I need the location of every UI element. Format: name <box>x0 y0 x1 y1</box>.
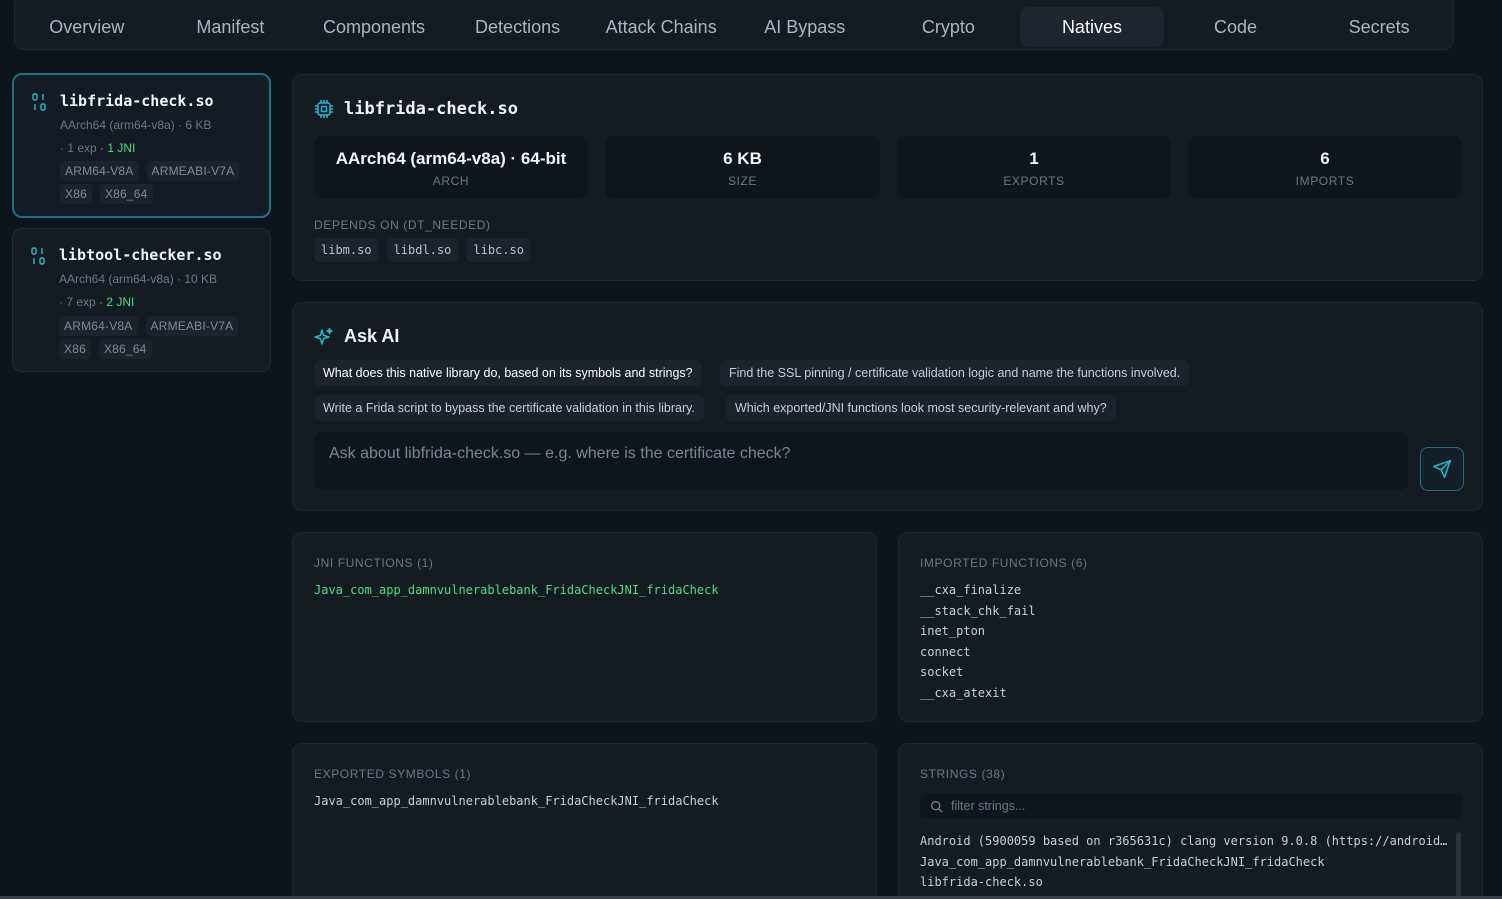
tab-bar: Overview Manifest Components Detections … <box>14 0 1454 50</box>
send-icon <box>1432 459 1452 479</box>
list-item: Android (5900059 based on r365631c) clan… <box>920 834 1454 848</box>
detail-header: libfrida-check.so <box>314 99 518 119</box>
ask-ai-header: Ask AI <box>314 326 399 347</box>
jni-functions-label: JNI FUNCTIONS (1) <box>314 556 434 570</box>
imported-functions-panel: IMPORTED FUNCTIONS (6) __cxa_finalize __… <box>898 532 1483 722</box>
tab-natives[interactable]: Natives <box>1020 7 1164 47</box>
library-counts: · 1 exp · 1 JNI <box>60 141 135 155</box>
dependency-badge: libc.so <box>466 238 531 262</box>
suggestion-chip[interactable]: Write a Frida script to bypass the certi… <box>314 395 704 421</box>
sparkle-icon <box>314 327 333 345</box>
stat-size: 6 KB SIZE <box>605 136 880 199</box>
library-detail-panel: libfrida-check.so AArch64 (arm64-v8a) · … <box>292 74 1483 281</box>
stat-exports: 1 EXPORTS <box>897 136 1171 199</box>
abi-badge: X86 <box>60 184 92 204</box>
abi-row: ARM64-V8A ARMEABI-V7A <box>60 161 240 181</box>
abi-badge: X86 <box>59 339 91 359</box>
ask-ai-panel: Ask AI What does this native library do,… <box>292 302 1483 511</box>
depends-list: libm.so libdl.so libc.so <box>314 238 531 262</box>
tab-code[interactable]: Code <box>1164 7 1308 47</box>
list-item: __cxa_atexit <box>920 685 1007 700</box>
chip-icon <box>315 100 333 118</box>
library-counts: · 7 exp · 2 JNI <box>59 295 134 309</box>
library-item-libfrida-check[interactable]: libfrida-check.so AArch64 (arm64-v8a) · … <box>12 73 271 218</box>
exported-symbols-list: Java_com_app_damnvulnerablebank_FridaChe… <box>314 791 719 812</box>
library-meta: AArch64 (arm64-v8a) · 6 KB <box>60 118 212 132</box>
library-meta: AArch64 (arm64-v8a) · 10 KB <box>59 272 218 286</box>
list-item: Java_com_app_damnvulnerablebank_FridaChe… <box>920 854 1325 869</box>
list-item: __cxa_finalize <box>920 583 1022 597</box>
library-name: libfrida-check.so <box>60 92 214 110</box>
stat-label: ARCH <box>432 174 470 188</box>
jni-count: · 1 JNI <box>100 141 136 155</box>
abi-badge: ARM64-V8A <box>59 316 138 336</box>
strings-label: STRINGS (38) <box>920 767 1006 781</box>
depends-label: DEPENDS ON (DT_NEEDED) <box>314 218 491 232</box>
exported-symbols-panel: EXPORTED SYMBOLS (1) Java_com_app_damnvu… <box>292 743 877 899</box>
stat-value: 6 KB <box>723 149 762 168</box>
strings-panel: STRINGS (38) Android (5900059 based on r… <box>898 743 1483 899</box>
export-count: · 7 exp <box>59 295 100 309</box>
binary-icon <box>31 247 45 265</box>
list-item: Java_com_app_damnvulnerablebank_FridaChe… <box>314 583 719 597</box>
strings-filter-input[interactable] <box>951 799 1431 813</box>
abi-badge: X86_64 <box>99 184 153 204</box>
stat-value: 1 <box>1029 149 1039 168</box>
list-item: __stack_chk_fail <box>920 603 1036 618</box>
library-name: libtool-checker.so <box>59 246 222 264</box>
suggestion-chip[interactable]: Find the SSL pinning / certificate valid… <box>720 360 1190 386</box>
list-item: socket <box>920 665 964 679</box>
list-item: Java_com_app_damnvulnerablebank_FridaChe… <box>314 794 719 808</box>
tab-attack-chains[interactable]: Attack Chains <box>589 7 733 47</box>
list-item: inet_pton <box>920 624 986 638</box>
detail-title: libfrida-check.so <box>344 99 518 119</box>
send-button[interactable] <box>1420 447 1464 491</box>
abi-badge: ARMEABI-V7A <box>146 161 240 181</box>
abi-badge: ARM64-V8A <box>60 161 139 181</box>
stat-value: AArch64 (arm64-v8a) · 64-bit <box>335 149 567 168</box>
imported-functions-label: IMPORTED FUNCTIONS (6) <box>920 556 1088 570</box>
suggestion-chip[interactable]: Which exported/JNI functions look most s… <box>726 395 1116 421</box>
list-item: libfrida-check.so <box>920 875 1043 889</box>
binary-icon <box>32 93 46 111</box>
stat-label: IMPORTS <box>1295 174 1355 188</box>
abi-row: ARM64-V8A ARMEABI-V7A <box>59 316 239 336</box>
suggestion-chip[interactable]: What does this native library do, based … <box>314 360 702 386</box>
tab-crypto[interactable]: Crypto <box>877 7 1021 47</box>
tab-manifest[interactable]: Manifest <box>159 7 303 47</box>
jni-functions-panel: JNI FUNCTIONS (1) Java_com_app_damnvulne… <box>292 532 877 722</box>
jni-count: · 2 JNI <box>99 295 135 309</box>
abi-badge: X86_64 <box>98 339 152 359</box>
export-count: · 1 exp <box>60 141 101 155</box>
stat-label: EXPORTS <box>1003 174 1065 188</box>
exported-symbols-label: EXPORTED SYMBOLS (1) <box>314 767 472 781</box>
strings-filter <box>920 793 1462 819</box>
dependency-badge: libm.so <box>314 238 379 262</box>
tab-detections[interactable]: Detections <box>446 7 590 47</box>
abi-badge: ARMEABI-V7A <box>145 316 239 336</box>
jni-functions-list: Java_com_app_damnvulnerablebank_FridaChe… <box>314 580 719 601</box>
abi-row: X86 X86_64 <box>60 184 153 204</box>
library-item-libtool-checker[interactable]: libtool-checker.so AArch64 (arm64-v8a) ·… <box>12 228 271 372</box>
tab-overview[interactable]: Overview <box>15 7 159 47</box>
tab-components[interactable]: Components <box>302 7 446 47</box>
stat-value: 6 <box>1320 149 1330 168</box>
ask-ai-title: Ask AI <box>344 326 400 346</box>
search-icon <box>930 800 943 813</box>
list-item: connect <box>920 644 971 659</box>
stat-imports: 6 IMPORTS <box>1188 136 1462 199</box>
tab-secrets[interactable]: Secrets <box>1307 7 1451 47</box>
strings-list: Android (5900059 based on r365631c) clan… <box>920 831 1454 893</box>
strings-scrollbar[interactable] <box>1456 832 1461 898</box>
stat-arch: AArch64 (arm64-v8a) · 64-bit ARCH <box>314 136 588 199</box>
tab-ai-bypass[interactable]: AI Bypass <box>733 7 877 47</box>
imported-functions-list: __cxa_finalize __stack_chk_fail inet_pto… <box>920 580 1036 703</box>
ask-ai-input[interactable] <box>314 432 1408 490</box>
dependency-badge: libdl.so <box>386 238 459 262</box>
stat-label: SIZE <box>727 174 758 188</box>
abi-row: X86 X86_64 <box>59 339 152 359</box>
